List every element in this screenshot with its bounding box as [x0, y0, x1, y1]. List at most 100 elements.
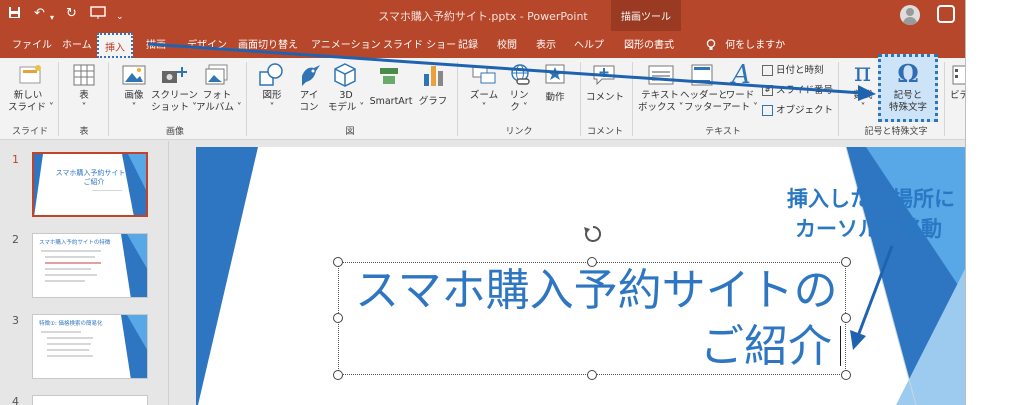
tab-draw[interactable]: 描画: [146, 36, 166, 51]
slide-number-icon: #: [762, 85, 773, 96]
tab-record[interactable]: 記録: [458, 36, 478, 51]
header-footer-button[interactable]: ヘッダーと フッター: [680, 90, 728, 114]
equation-button[interactable]: 数式 ˅: [850, 90, 876, 114]
feedback-icon[interactable]: [937, 5, 955, 23]
resize-handle[interactable]: [333, 257, 343, 267]
tab-design[interactable]: デザイン: [187, 36, 227, 51]
photo-album-label-2: アルバム ˅: [196, 102, 242, 113]
group-links-label: リンク: [505, 127, 533, 137]
chart-button[interactable]: グラフ: [418, 96, 448, 108]
3d-model-button[interactable]: 3D モデル ˅: [327, 90, 365, 114]
tab-home[interactable]: ホーム: [62, 36, 92, 51]
table-button[interactable]: 表 ˅: [68, 90, 100, 114]
separator: [632, 62, 633, 136]
thumbnail-1-title: スマホ購入予約サイトの ご紹介: [55, 169, 133, 186]
textbox-icon: [648, 64, 674, 90]
slide-thumbnails-panel: 1 スマホ購入予約サイトの ご紹介 2 スマホ購入予約サイトの特徴 3 特徴①:…: [0, 141, 168, 405]
image-icon: [122, 64, 146, 90]
3d-model-icon: [333, 62, 357, 92]
tab-review[interactable]: 校閲: [497, 36, 517, 51]
chart-icon: [422, 62, 444, 92]
screenshot-label-1: スクリーン: [151, 90, 199, 101]
action-button[interactable]: 動作: [538, 92, 572, 104]
tab-help[interactable]: ヘルプ: [574, 36, 604, 51]
thumbnail-slide-2[interactable]: スマホ購入予約サイトの特徴: [32, 233, 148, 298]
tell-me-search[interactable]: 何をしますか: [706, 36, 785, 51]
zoom-label-1: ズーム: [469, 90, 499, 101]
tab-file[interactable]: ファイル: [12, 36, 52, 51]
textbox-button[interactable]: テキスト ボックス ˅: [638, 90, 684, 114]
thumbnail-2-line: [45, 268, 91, 270]
resize-handle[interactable]: [587, 370, 597, 380]
thumbnail-2-title: スマホ購入予約サイトの特徴: [39, 240, 111, 246]
separator: [457, 62, 458, 136]
rotate-handle-icon[interactable]: [582, 223, 604, 249]
comment-button[interactable]: コメント: [584, 92, 626, 104]
video-icon: [952, 64, 965, 90]
avatar[interactable]: [900, 5, 920, 25]
image-label-1: 画像: [124, 90, 144, 101]
group-images-label: 画像: [165, 127, 184, 137]
thumbnail-slide-4[interactable]: [32, 395, 148, 405]
thumbnail-slide-1[interactable]: スマホ購入予約サイトの ご紹介: [32, 152, 148, 217]
resize-handle[interactable]: [841, 313, 851, 323]
date-time-button[interactable]: 日付と時刻: [762, 62, 824, 76]
shapes-button[interactable]: 図形 ˅: [256, 90, 288, 114]
thumbnail-3-line: [47, 337, 93, 339]
date-time-label: 日付と時刻: [776, 65, 824, 76]
wordart-button[interactable]: ワード アート ˅: [722, 90, 758, 114]
symbol-label-2: 特殊文字: [888, 102, 927, 113]
symbol-button[interactable]: Ω 記号と 特殊文字: [878, 54, 938, 122]
table-icon: [73, 64, 95, 90]
tab-insert[interactable]: 挿入: [97, 33, 133, 58]
window-title: スマホ購入予約サイト.pptx - PowerPoint: [378, 10, 588, 23]
annotation-line-2: カーソルを移動: [795, 217, 942, 241]
group-table-label: 表: [79, 127, 89, 137]
resize-handle[interactable]: [841, 257, 851, 267]
group-text-label: テキスト: [705, 127, 741, 137]
slide-number-button[interactable]: # スライド番号: [762, 82, 833, 96]
smartart-button[interactable]: SmartArt: [366, 96, 416, 108]
thumbnail-number: 4: [12, 395, 19, 405]
group-illustrations-label: 図: [345, 127, 355, 137]
thumbnail-slide-3[interactable]: 特徴①: 価格検索の簡易化: [32, 314, 148, 379]
link-button[interactable]: リン ク ˅: [504, 90, 534, 114]
thumbnail-2-line: [45, 274, 97, 276]
header-footer-icon: [691, 64, 713, 90]
thumbnail-1-subtitle-line: [92, 190, 122, 191]
tab-transitions[interactable]: 画面切り替え: [238, 36, 298, 51]
3d-model-label-1: 3D: [339, 90, 353, 101]
tab-animations[interactable]: アニメーション: [311, 36, 381, 51]
shapes-label-2: ˅: [269, 102, 275, 113]
object-button[interactable]: オブジェクト: [762, 102, 833, 116]
separator: [108, 62, 109, 136]
tab-shape-format[interactable]: 図形の書式: [624, 36, 674, 51]
new-slide-label-1: 新しい: [13, 90, 43, 101]
zoom-button[interactable]: ズーム ˅: [466, 90, 502, 114]
icons-button[interactable]: アイ コン: [293, 90, 325, 114]
shapes-label-1: 図形: [262, 90, 282, 101]
resize-handle[interactable]: [841, 370, 851, 380]
resize-handle[interactable]: [333, 370, 343, 380]
group-slides-label: スライド: [12, 127, 49, 137]
annotation-text: 挿入したい場所に カーソルを移動: [787, 184, 955, 244]
group-symbols-label: 記号と特殊文字: [864, 127, 928, 137]
screenshot-icon: [160, 64, 188, 90]
image-button[interactable]: 画像 ˅: [117, 90, 151, 114]
equation-label-2: ˅: [860, 102, 866, 113]
thumbnail-number: 3: [12, 314, 19, 327]
video-button[interactable]: ビデ: [950, 90, 965, 102]
smartart-icon: [378, 64, 400, 90]
separator: [944, 62, 945, 136]
separator: [838, 62, 839, 136]
photo-album-button[interactable]: フォト アルバム ˅: [196, 90, 242, 114]
wordart-icon: A: [732, 60, 751, 90]
tab-view[interactable]: 表示: [536, 36, 556, 51]
tell-me-label: 何をしますか: [725, 40, 786, 51]
context-tab-label: 描画ツール: [621, 12, 671, 23]
tab-slideshow[interactable]: スライド ショー: [383, 36, 456, 51]
object-label: オブジェクト: [776, 105, 834, 116]
screenshot-button[interactable]: スクリーン ショット ˅: [151, 90, 199, 114]
resize-handle[interactable]: [333, 313, 343, 323]
new-slide-button[interactable]: 新しい スライド ˅: [8, 90, 54, 114]
